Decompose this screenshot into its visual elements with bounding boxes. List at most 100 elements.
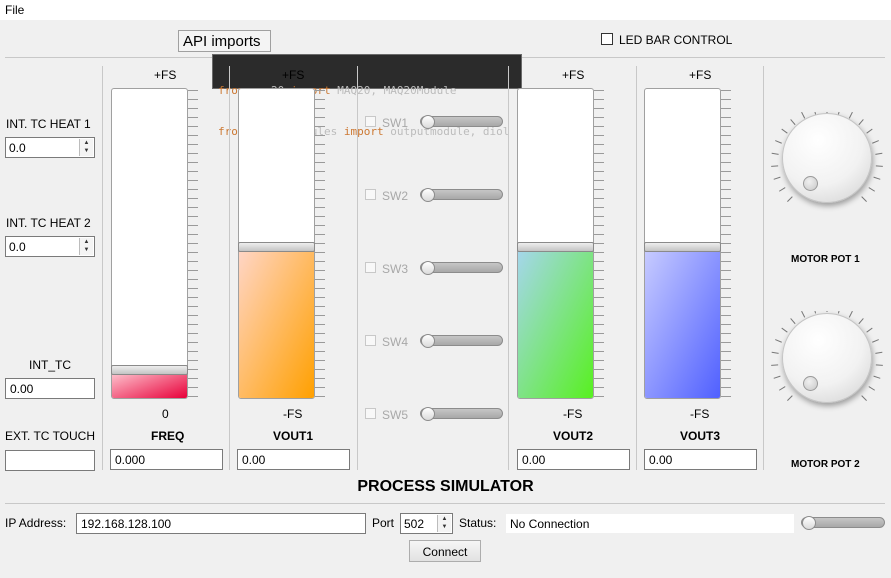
vout1-handle[interactable] xyxy=(238,242,315,252)
knob-tick xyxy=(778,187,786,192)
heat2-value: 0.0 xyxy=(9,240,26,254)
vout1-top-label: +FS xyxy=(282,68,305,82)
sw3-checkbox[interactable] xyxy=(365,262,376,273)
int-tc-label: INT_TC xyxy=(29,358,71,372)
sw2-checkbox[interactable] xyxy=(365,189,376,200)
vout1-bottom-label: -FS xyxy=(283,407,303,421)
vout2-name: VOUT2 xyxy=(553,429,594,443)
sw2-label: SW2 xyxy=(382,189,409,203)
knob-tick xyxy=(787,196,793,202)
vout3-bottom-label: -FS xyxy=(690,407,710,421)
sw3-label: SW3 xyxy=(382,262,409,276)
motor-pot-2-indicator xyxy=(803,376,818,391)
knob-tick xyxy=(778,386,786,391)
knob-tick xyxy=(771,364,779,366)
heat2-spinbox[interactable]: 0.0 ▲ ▼ xyxy=(5,236,95,257)
status-label: Status: xyxy=(459,516,497,530)
freq-field[interactable]: 0.000 xyxy=(110,449,223,470)
sw4-checkbox[interactable] xyxy=(365,335,376,346)
connection-slider-thumb[interactable] xyxy=(802,516,816,530)
vout3-value: 0.00 xyxy=(649,453,673,467)
sw3-slider-thumb[interactable] xyxy=(421,261,435,275)
knob-tick xyxy=(771,165,779,167)
knob-tick xyxy=(858,318,864,325)
menu-bar: File xyxy=(0,0,891,20)
ip-address-field[interactable]: 192.168.128.100 xyxy=(76,513,366,534)
int-tc-field[interactable]: 0.00 xyxy=(5,378,95,399)
knob-tick xyxy=(787,395,793,401)
knob-tick xyxy=(848,112,853,119)
ext-tc-label: EXT. TC TOUCH xyxy=(5,429,96,443)
heat2-label: INT. TC HEAT 2 xyxy=(6,216,91,230)
vout2-bottom-label: -FS xyxy=(563,407,583,421)
port-stepper[interactable]: ▲ ▼ xyxy=(437,515,451,532)
status-field: No Connection xyxy=(505,513,795,534)
knob-tick xyxy=(861,395,867,401)
vout1-field[interactable]: 0.00 xyxy=(237,449,350,470)
knob-tick xyxy=(872,339,879,343)
knob-tick xyxy=(866,327,873,333)
knob-tick xyxy=(873,176,881,180)
heat1-value: 0.0 xyxy=(9,141,26,155)
freq-name: FREQ xyxy=(151,429,185,443)
api-imports-tooltip: from maq20 import MAQ20, MAQ20Module fro… xyxy=(212,54,522,138)
int-tc-value: 0.00 xyxy=(10,382,34,396)
freq-ticks xyxy=(188,90,198,397)
vout2-handle[interactable] xyxy=(517,242,594,252)
knob-tick xyxy=(848,311,853,318)
vout1-value: 0.00 xyxy=(242,453,266,467)
heat1-spinbox[interactable]: 0.0 ▲ ▼ xyxy=(5,137,95,158)
knob-tick xyxy=(771,351,779,354)
motor-pot-2-label: MOTOR POT 2 xyxy=(791,459,860,470)
vout2-fill xyxy=(518,247,593,398)
connect-button[interactable]: Connect xyxy=(409,540,481,562)
divider-3 xyxy=(357,66,358,470)
knob-tick xyxy=(775,140,782,144)
sw5-checkbox[interactable] xyxy=(365,408,376,419)
divider-5 xyxy=(636,66,637,470)
vout3-fill xyxy=(645,247,720,398)
knob-tick xyxy=(873,375,881,379)
vout2-value: 0.00 xyxy=(522,453,546,467)
knob-tick xyxy=(875,351,883,354)
sw4-label: SW4 xyxy=(382,335,409,349)
sw1-label: SW1 xyxy=(382,116,409,130)
knob-tick xyxy=(868,386,876,391)
heat1-stepper[interactable]: ▲ ▼ xyxy=(79,139,93,156)
heat2-stepper[interactable]: ▲ ▼ xyxy=(79,238,93,255)
sw5-slider-thumb[interactable] xyxy=(421,407,435,421)
vout2-ticks xyxy=(594,90,604,397)
knob-tick xyxy=(775,339,782,343)
sw4-slider-thumb[interactable] xyxy=(421,334,435,348)
api-imports-button[interactable]: API imports xyxy=(178,30,271,52)
port-spinbox[interactable]: 502 ▲ ▼ xyxy=(400,513,453,534)
led-bar-control-label: LED BAR CONTROL xyxy=(619,33,733,47)
knob-tick xyxy=(872,140,879,144)
api-imports-label: API imports xyxy=(183,33,261,50)
freq-top-label: +FS xyxy=(154,68,177,82)
sw1-slider-thumb[interactable] xyxy=(421,115,435,129)
vout1-ticks xyxy=(315,90,325,397)
freq-handle[interactable] xyxy=(111,365,188,375)
ext-tc-field[interactable] xyxy=(5,450,95,471)
vout3-handle[interactable] xyxy=(644,242,721,252)
motor-pot-2-knob[interactable] xyxy=(782,313,872,403)
divider-6 xyxy=(763,66,764,470)
sw2-slider-thumb[interactable] xyxy=(421,188,435,202)
knob-tick xyxy=(858,119,864,126)
file-menu[interactable]: File xyxy=(5,3,24,17)
heat1-label: INT. TC HEAT 1 xyxy=(6,117,91,131)
motor-pot-1-indicator xyxy=(803,176,818,191)
knob-tick xyxy=(875,364,883,366)
vout2-field[interactable]: 0.00 xyxy=(517,449,630,470)
led-bar-control-checkbox[interactable] xyxy=(601,33,613,45)
vout1-fill xyxy=(239,247,314,398)
knob-tick xyxy=(868,187,876,192)
knob-tick xyxy=(866,128,873,134)
bottom-divider xyxy=(5,503,885,504)
knob-tick xyxy=(801,311,806,318)
motor-pot-1-knob[interactable] xyxy=(782,113,872,203)
sw1-checkbox[interactable] xyxy=(365,116,376,127)
vout3-field[interactable]: 0.00 xyxy=(644,449,757,470)
knob-tick xyxy=(773,375,781,379)
